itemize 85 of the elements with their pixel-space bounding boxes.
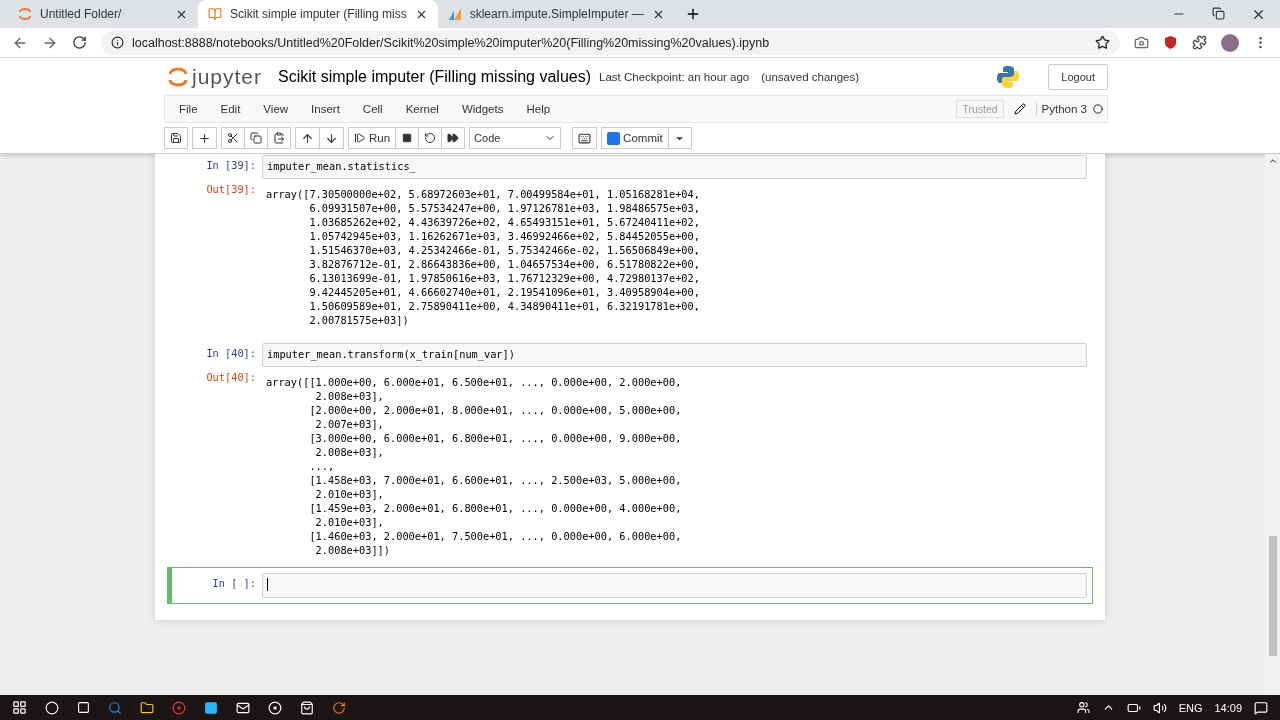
language-indicator[interactable]: ENG	[1178, 701, 1203, 714]
move-down-button[interactable]	[319, 127, 344, 149]
people-icon[interactable]	[1076, 701, 1090, 714]
scissors-icon	[227, 132, 239, 144]
save-button[interactable]	[164, 127, 188, 149]
camera-icon[interactable]	[1134, 35, 1149, 50]
menu-item[interactable]: View	[253, 103, 299, 115]
paste-icon	[273, 132, 285, 144]
output-prompt: Out[39]:	[205, 182, 257, 197]
shield-icon[interactable]	[1163, 35, 1178, 50]
code-input[interactable]: imputer_mean.statistics_	[262, 155, 1087, 179]
menu-item[interactable]: Cell	[352, 103, 393, 115]
clock[interactable]: 14:09	[1214, 701, 1242, 714]
kernel-name: Python 3	[1035, 103, 1087, 115]
store-icon[interactable]	[300, 700, 314, 715]
output-prompt: Out[40]:	[205, 370, 257, 385]
add-cell-button[interactable]	[192, 127, 217, 149]
run-button[interactable]: Run	[348, 127, 397, 149]
cell-output: array([[1.000e+00, 6.000e+01, 6.500e+01, ..., 0.000e+00, 2.000e+00, 2.008e+03], [2.000e+00, 2.000e+01, 8.000e+01, ..., 0.000e+00, 5.000e+00, 2.007e+03], [3.000e+00, 6.000e+01, 6.800e+01, ..., 0.000e+00, 9.000e+00, 2.008e+03], ..., [1.458e+03, 7.000e+01, 6.600e+01, ..., 2.500e+03, 5.000e+00, 2.010e+03], [1.459e+03, 2.000e+01, 6.800e+01, ..., 0.000e+00, 4.000e+00, 2.010e+03], [1.460e+03, 2.000e+01, 7.500e+01, ..., 0.000e+00, 6.000e+00, 2.008e+03]])	[265, 375, 682, 557]
address-bar[interactable]: localhost:8888/notebooks/Untitled%20Folder/Scikit%20simple%20imputer%20(Filling%20missing%20values).ipynb	[101, 30, 1120, 55]
book-icon	[208, 7, 222, 21]
stop-icon	[402, 133, 413, 143]
run-all-button[interactable]	[441, 127, 466, 149]
save-status: (unsaved changes)	[761, 70, 860, 83]
plus-icon	[198, 131, 211, 145]
save-icon	[170, 132, 182, 144]
step-icon	[354, 132, 366, 144]
arrow-up-icon	[301, 131, 314, 145]
input-prompt: In [39]:	[205, 158, 257, 173]
cut-button[interactable]	[221, 127, 245, 149]
kernel-idle-icon	[1093, 104, 1103, 114]
extensions-icon[interactable]	[1192, 35, 1207, 50]
search-icon[interactable]	[45, 700, 59, 715]
copy-icon	[250, 132, 262, 144]
scroll-up-icon[interactable]	[1267, 156, 1278, 166]
media-icon[interactable]	[268, 700, 282, 715]
cell-output: array([7.30500000e+02, 5.68972603e+01, 7.00499584e+01, 1.05168281e+04, 6.09931507e+00, 5.57534247e+00, 1.97126781e+03, 1.98486575e+03, 1.03685262e+02, 4.43639726e+02, 4.65493151e+01, 5.67240411e+02, 1.05742945e+03, 1.16262671e+03, 3.46992466e+02, 5.84452055e+00, 1.51546370e+03, 4.25342466e-01, 5.75342466e-02, 1.56506849e+00, 3.82876712e-01, 2.86643836e+00, 1.04657534e+00, 6.51780822e+00, 6.13013699e-01, 1.97850616e+03, 1.76712329e+00, 4.72980137e+02, 9.42445205e+01, 4.66602740e+01, 2.19541096e+01, 3.40958904e+00, 1.50609589e+01, 2.75890411e+00, 4.34890411e+01, 6.32191781e+00, 2.00781575e+03])	[265, 187, 700, 327]
volume-icon[interactable]	[1152, 700, 1167, 715]
menu-item[interactable]: Edit	[210, 103, 251, 115]
info-icon	[111, 36, 124, 49]
notebook-title[interactable]: Scikit simple imputer (Filling missing values)	[278, 67, 591, 86]
checkpoint-text: Last Checkpoint: an hour ago	[599, 70, 750, 83]
menu-item[interactable]: File	[169, 103, 208, 115]
jupyter-logo-icon	[168, 65, 188, 88]
scroll-thumb[interactable]	[1268, 536, 1277, 656]
fast-forward-icon	[447, 132, 460, 144]
arrow-down-icon	[325, 131, 338, 145]
jupyter-icon	[18, 7, 32, 21]
cell-type-select[interactable]: Code	[469, 127, 562, 149]
keyboard-icon	[578, 131, 592, 145]
menu-item[interactable]: Help	[516, 103, 561, 115]
browser-tab[interactable]: sklearn.impute.SimpleImputer —	[437, 0, 675, 28]
pencil-icon[interactable]	[1013, 103, 1026, 115]
restart-icon	[424, 132, 437, 144]
commit-button[interactable]: Commit	[601, 127, 669, 149]
menu-item[interactable]: Insert	[301, 103, 350, 115]
task-view-icon[interactable]	[77, 701, 90, 714]
input-prompt: In [ ]:	[211, 576, 257, 591]
avatar-icon[interactable]	[1221, 33, 1239, 52]
notebook-cell[interactable]: In [ ]:	[167, 567, 1093, 604]
menu-item[interactable]: Widgets	[451, 103, 514, 115]
paste-button[interactable]	[267, 127, 291, 149]
code-input[interactable]: imputer_mean.transform(x_train[num_var])	[262, 343, 1087, 367]
move-up-button[interactable]	[295, 127, 320, 149]
folder-icon[interactable]	[140, 700, 154, 715]
mail-icon[interactable]	[236, 700, 250, 715]
browser-tab[interactable]: Scikit simple imputer (Filling miss	[198, 0, 438, 28]
logout-button[interactable]: Logout	[1048, 63, 1108, 90]
logo-text: jupyter	[192, 64, 263, 89]
input-prompt: In [40]:	[205, 346, 257, 361]
restore-icon[interactable]	[1212, 6, 1225, 20]
reload-icon[interactable]	[72, 35, 87, 50]
start-icon[interactable]	[12, 700, 27, 715]
restart-button[interactable]	[418, 127, 443, 149]
menu-item[interactable]: Kernel	[395, 103, 449, 115]
stop-button[interactable]	[395, 127, 420, 149]
browser-tab[interactable]: Untitled Folder/	[8, 0, 198, 28]
logo-icon	[447, 7, 462, 21]
keyboard-button[interactable]	[572, 127, 598, 149]
star-icon[interactable]	[1095, 35, 1110, 50]
commit-icon	[607, 131, 621, 145]
code-input[interactable]	[262, 573, 1087, 598]
app-icon[interactable]	[204, 700, 218, 715]
notifications-icon[interactable]	[1254, 700, 1268, 715]
python-logo-icon	[996, 64, 1021, 89]
